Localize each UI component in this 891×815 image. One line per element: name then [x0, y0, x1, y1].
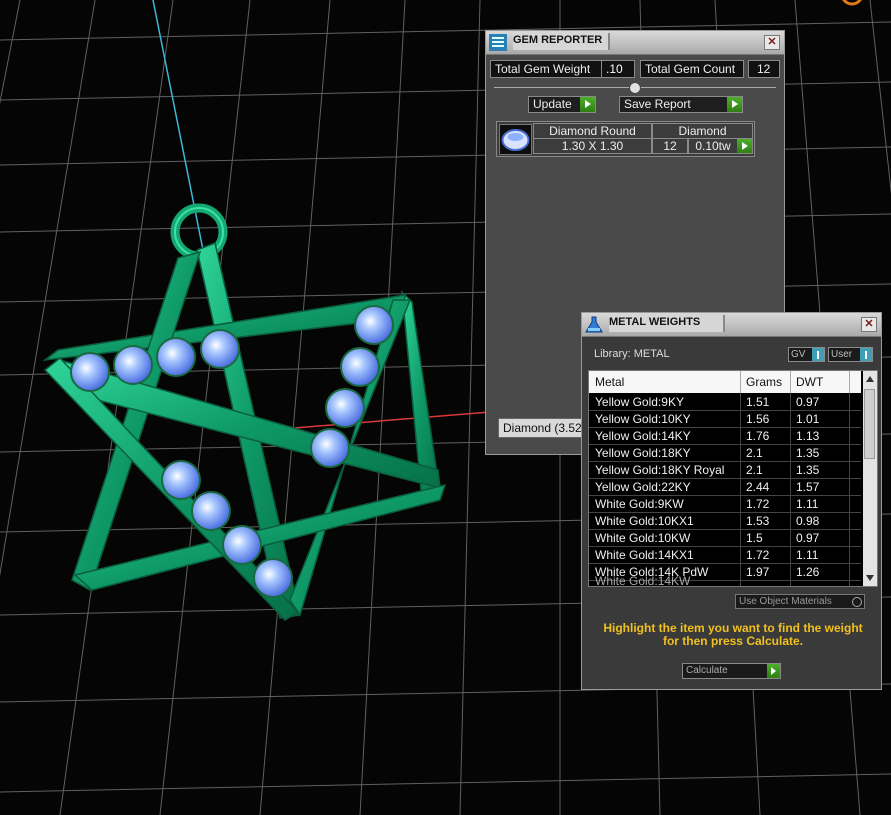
- close-icon[interactable]: ✕: [764, 35, 780, 50]
- metal-table-scrollbar[interactable]: [863, 371, 877, 586]
- total-gem-count-value: 12: [748, 60, 780, 78]
- cell-grams: 1.5: [746, 531, 763, 545]
- gv-toggle-label: GV: [791, 349, 806, 360]
- cell-grams: 1.97: [746, 565, 770, 579]
- save-report-button-label: Save Report: [624, 97, 691, 111]
- gem-size: 1.30 X 1.30: [533, 138, 652, 154]
- use-object-materials-option[interactable]: Use Object Materials: [735, 594, 865, 609]
- play-arrow-icon: [727, 97, 742, 112]
- cell-metal: White Gold:10KW: [595, 531, 691, 545]
- table-row[interactable]: White Gold:9KW 1.72 1.11: [589, 495, 861, 513]
- user-toggle-label: User: [831, 349, 853, 360]
- scroll-thumb[interactable]: [864, 389, 875, 459]
- metal-weights-titlebar[interactable]: METAL WEIGHTS ✕: [582, 313, 881, 337]
- total-gem-count-label: Total Gem Count: [640, 60, 744, 78]
- column-header-grams[interactable]: Grams: [746, 375, 782, 389]
- calculate-button[interactable]: Calculate: [682, 663, 781, 679]
- table-row[interactable]: Yellow Gold:9KY 1.51 0.97: [589, 393, 861, 411]
- cell-metal: Yellow Gold:18KY Royal: [595, 463, 725, 477]
- save-report-button[interactable]: Save Report: [619, 96, 743, 113]
- cell-dwt: 1.13: [796, 429, 820, 443]
- gem-list-row[interactable]: Diamond Round Diamond 1.30 X 1.30 12 0.1…: [496, 121, 755, 157]
- metal-table-header: Metal Grams DWT: [589, 371, 861, 393]
- gem-select-button[interactable]: [737, 138, 753, 154]
- cell-dwt: 1.26: [796, 565, 820, 579]
- metal-flask-icon: [585, 316, 603, 333]
- table-row-partial: White Gold:14KW: [589, 574, 861, 586]
- total-gem-weight-label: Total Gem Weight: [490, 60, 606, 78]
- toggle-on-icon: [812, 348, 824, 361]
- metal-table[interactable]: Metal Grams DWT Yellow Gold:9KY 1.51 0.97 Y…: [588, 370, 878, 587]
- update-button-label: Update: [533, 97, 572, 111]
- update-button[interactable]: Update: [528, 96, 596, 113]
- calculate-button-label: Calculate: [686, 665, 728, 676]
- cell-metal: Yellow Gold:18KY: [595, 446, 691, 460]
- cell-grams: 2.1: [746, 463, 763, 477]
- gem-shape-header: Diamond Round: [533, 123, 652, 139]
- gem-type-header: Diamond: [652, 123, 753, 139]
- cell-dwt: 1.35: [796, 446, 820, 460]
- cell-metal: Yellow Gold:22KY: [595, 480, 691, 494]
- toggle-on-icon: [860, 348, 872, 361]
- gem-reporter-title: GEM REPORTER: [513, 33, 611, 50]
- column-header-dwt[interactable]: DWT: [796, 375, 823, 389]
- cell-dwt: 1.01: [796, 412, 820, 426]
- scroll-down-icon[interactable]: [866, 575, 874, 581]
- cell-dwt: 0.98: [796, 514, 820, 528]
- gem-weight: 0.10tw: [688, 138, 738, 154]
- cell-dwt: 1.35: [796, 463, 820, 477]
- cell-grams: 1.72: [746, 548, 770, 562]
- calculate-hint: Highlight the item you want to find the …: [603, 621, 863, 648]
- close-icon[interactable]: ✕: [861, 317, 877, 332]
- corner-logo-fragment: [842, 0, 862, 6]
- table-row[interactable]: Yellow Gold:10KY 1.56 1.01: [589, 410, 861, 428]
- divider-handle[interactable]: [629, 82, 641, 94]
- gem-reporter-titlebar[interactable]: GEM REPORTER ✕: [486, 31, 784, 55]
- cell-metal: White Gold:9KW: [595, 497, 684, 511]
- star-pendant[interactable]: [42, 203, 447, 621]
- table-row[interactable]: Yellow Gold:14KY 1.76 1.13: [589, 427, 861, 445]
- play-arrow-icon: [580, 97, 595, 112]
- cell-grams: 2.1: [746, 446, 763, 460]
- cell-grams: 1.76: [746, 429, 770, 443]
- table-row[interactable]: White Gold:10KX1 1.53 0.98: [589, 512, 861, 530]
- cell-dwt: 1.57: [796, 480, 820, 494]
- cell-grams: 1.53: [746, 514, 770, 528]
- cell-metal: Yellow Gold:9KY: [595, 395, 684, 409]
- metal-weights-title: METAL WEIGHTS: [609, 315, 725, 332]
- cell-metal: Yellow Gold:14KY: [595, 429, 691, 443]
- table-row[interactable]: White Gold:10KW 1.5 0.97: [589, 529, 861, 547]
- cell-grams: 1.72: [746, 497, 770, 511]
- table-row[interactable]: Yellow Gold:18KY Royal 2.1 1.35: [589, 461, 861, 479]
- table-row[interactable]: White Gold:14KX1 1.72 1.11: [589, 546, 861, 564]
- gv-toggle[interactable]: GV: [788, 347, 825, 362]
- cell-dwt: 1.11: [796, 497, 819, 511]
- total-gem-weight-value: .10: [601, 60, 635, 78]
- radio-icon[interactable]: [852, 597, 862, 607]
- cell-metal: White Gold:14KX1: [595, 548, 694, 562]
- library-label: Library: METAL: [594, 348, 670, 360]
- column-header-metal[interactable]: Metal: [595, 375, 624, 389]
- play-arrow-icon: [737, 139, 752, 153]
- use-object-materials-label: Use Object Materials: [739, 596, 832, 607]
- cell-dwt: 0.97: [796, 531, 820, 545]
- cell-dwt: 0.97: [796, 395, 820, 409]
- gem-count: 12: [652, 138, 688, 154]
- cell-grams: 1.56: [746, 412, 770, 426]
- metal-weights-panel: METAL WEIGHTS ✕ Library: METAL GV User M…: [581, 312, 882, 690]
- cell-dwt: 1.11: [796, 548, 819, 562]
- table-row[interactable]: Yellow Gold:22KY 2.44 1.57: [589, 478, 861, 496]
- cell-metal: White Gold:10KX1: [595, 514, 694, 528]
- diamond-round-icon: [499, 124, 532, 155]
- gem-report-icon: [489, 34, 507, 51]
- gem-summary-field: Diamond (3.52: [498, 418, 593, 438]
- cell-grams: 2.44: [746, 480, 770, 494]
- table-row[interactable]: Yellow Gold:18KY 2.1 1.35: [589, 444, 861, 462]
- cell-metal: Yellow Gold:10KY: [595, 412, 691, 426]
- play-arrow-icon: [767, 664, 780, 678]
- user-toggle[interactable]: User: [828, 347, 873, 362]
- cell-grams: 1.51: [746, 395, 770, 409]
- scroll-up-icon[interactable]: [866, 376, 874, 382]
